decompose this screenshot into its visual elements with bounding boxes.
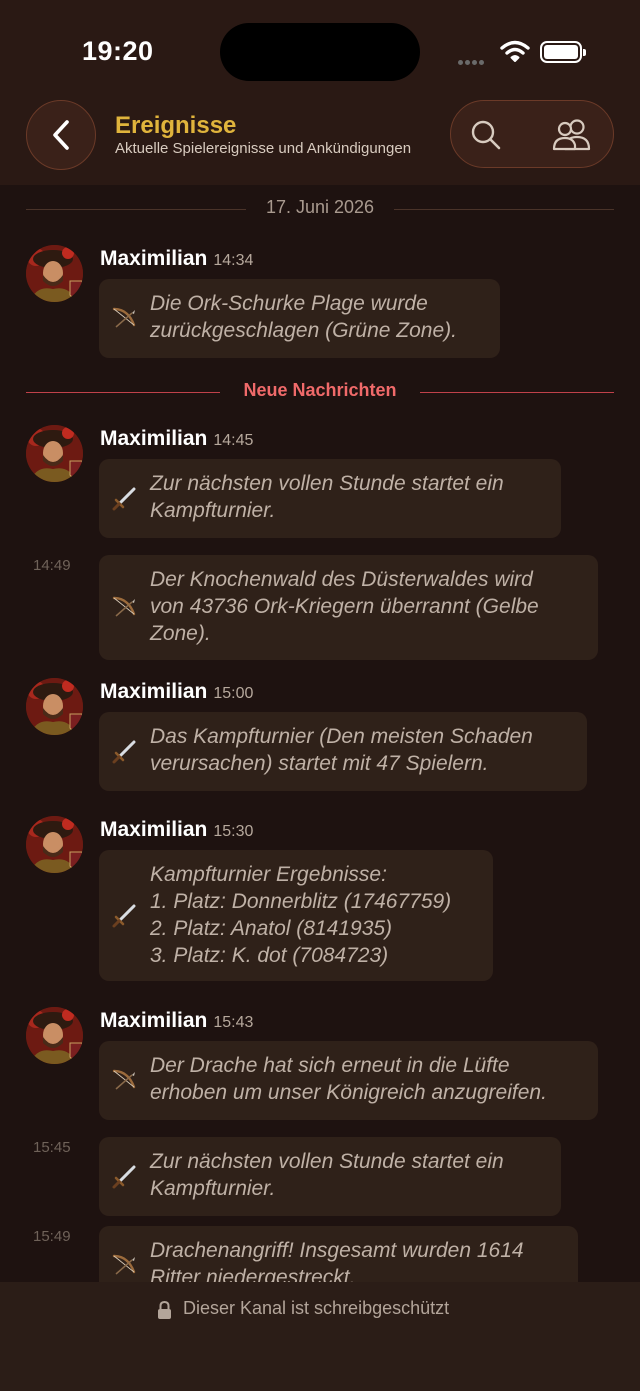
date-label: 17. Juni 2026 [265, 197, 375, 217]
date-divider: 17. Juni 2026 [26, 197, 614, 221]
channel-subtitle: Aktuelle Spielereignisse und Ankündigung… [115, 140, 412, 157]
bow-icon [110, 592, 140, 622]
cellular-signal-icon [458, 52, 486, 70]
dynamic-island [220, 23, 420, 81]
avatar[interactable] [26, 1007, 83, 1064]
message-bubble[interactable]: Drachenangriff! Insgesamt wurden 1614 Ri… [99, 1226, 578, 1282]
channel-header: Ereignisse Aktuelle Spielereignisse und … [0, 100, 640, 185]
message-time: 15:00 [213, 685, 254, 702]
message-text: Das Kampfturnier (Den meisten Schaden ve… [150, 725, 533, 775]
sword-icon [110, 483, 140, 513]
status-bar: 19:20 [0, 0, 640, 100]
message-sender[interactable]: Maximilian 15:30 [100, 818, 253, 842]
message-sender[interactable]: Maximilian 14:34 [100, 247, 253, 271]
message-bubble[interactable]: Das Kampfturnier (Den meisten Schaden ve… [99, 712, 587, 791]
message-time: 14:34 [213, 252, 254, 269]
message-time: 14:49 [33, 557, 71, 574]
message-bubble[interactable]: Kampfturnier Ergebnisse: 1. Platz: Donne… [99, 850, 493, 981]
header-actions [450, 100, 614, 168]
read-only-notice: Dieser Kanal ist schreibgeschützt [183, 1298, 450, 1318]
message-text: Zur nächsten vollen Stunde startet ein K… [150, 1150, 504, 1200]
sword-icon [110, 900, 140, 930]
bow-icon [110, 303, 140, 333]
message-bubble[interactable]: Zur nächsten vollen Stunde startet ein K… [99, 1137, 561, 1216]
chevron-left-icon [53, 120, 69, 150]
channel-title: Ereignisse [115, 112, 237, 139]
bow-icon [110, 1065, 140, 1095]
back-button[interactable] [26, 100, 96, 170]
message-time: 15:49 [33, 1228, 71, 1245]
sword-icon [110, 1161, 140, 1191]
status-time: 19:20 [82, 36, 154, 66]
new-messages-label: Neue Nachrichten [243, 380, 397, 400]
message-text: Drachenangriff! Insgesamt wurden 1614 Ri… [150, 1239, 524, 1282]
message-sender[interactable]: Maximilian 15:43 [100, 1009, 253, 1033]
message-text: Die Ork-Schurke Plage wurde zurückgeschl… [150, 292, 457, 342]
message-time: 15:43 [213, 1014, 254, 1031]
message-list[interactable]: 17. Juni 2026 Maximilian 14:34 Die Ork-Sc… [0, 185, 640, 1282]
avatar[interactable] [26, 816, 83, 873]
avatar[interactable] [26, 245, 83, 302]
read-only-footer: Dieser Kanal ist schreibgeschützt [0, 1282, 640, 1391]
message-sender[interactable]: Maximilian 15:00 [100, 680, 253, 704]
message-bubble[interactable]: Der Knochenwald des Düsterwaldes wird vo… [99, 555, 598, 660]
avatar[interactable] [26, 678, 83, 735]
message-time: 15:30 [213, 823, 254, 840]
message-bubble[interactable]: Die Ork-Schurke Plage wurde zurückgeschl… [99, 279, 500, 358]
lock-icon [158, 1300, 171, 1319]
message-text: Zur nächsten vollen Stunde startet ein K… [150, 472, 504, 522]
avatar[interactable] [26, 425, 83, 482]
wifi-icon [500, 40, 530, 62]
message-sender[interactable]: Maximilian 14:45 [100, 427, 253, 451]
message-bubble[interactable]: Der Drache hat sich erneut in die Lüfte … [99, 1041, 598, 1120]
bow-icon [110, 1250, 140, 1280]
new-messages-divider: Neue Nachrichten [26, 380, 614, 404]
users-icon[interactable] [551, 117, 595, 153]
message-bubble[interactable]: Zur nächsten vollen Stunde startet ein K… [99, 459, 561, 538]
battery-icon [540, 41, 586, 63]
sword-icon [110, 736, 140, 766]
message-text: Kampfturnier Ergebnisse: 1. Platz: Donne… [150, 863, 452, 967]
message-text: Der Knochenwald des Düsterwaldes wird vo… [150, 568, 539, 645]
message-time: 14:45 [213, 432, 254, 449]
search-icon[interactable] [469, 118, 503, 152]
message-text: Der Drache hat sich erneut in die Lüfte … [150, 1054, 547, 1104]
message-time: 15:45 [33, 1139, 71, 1156]
